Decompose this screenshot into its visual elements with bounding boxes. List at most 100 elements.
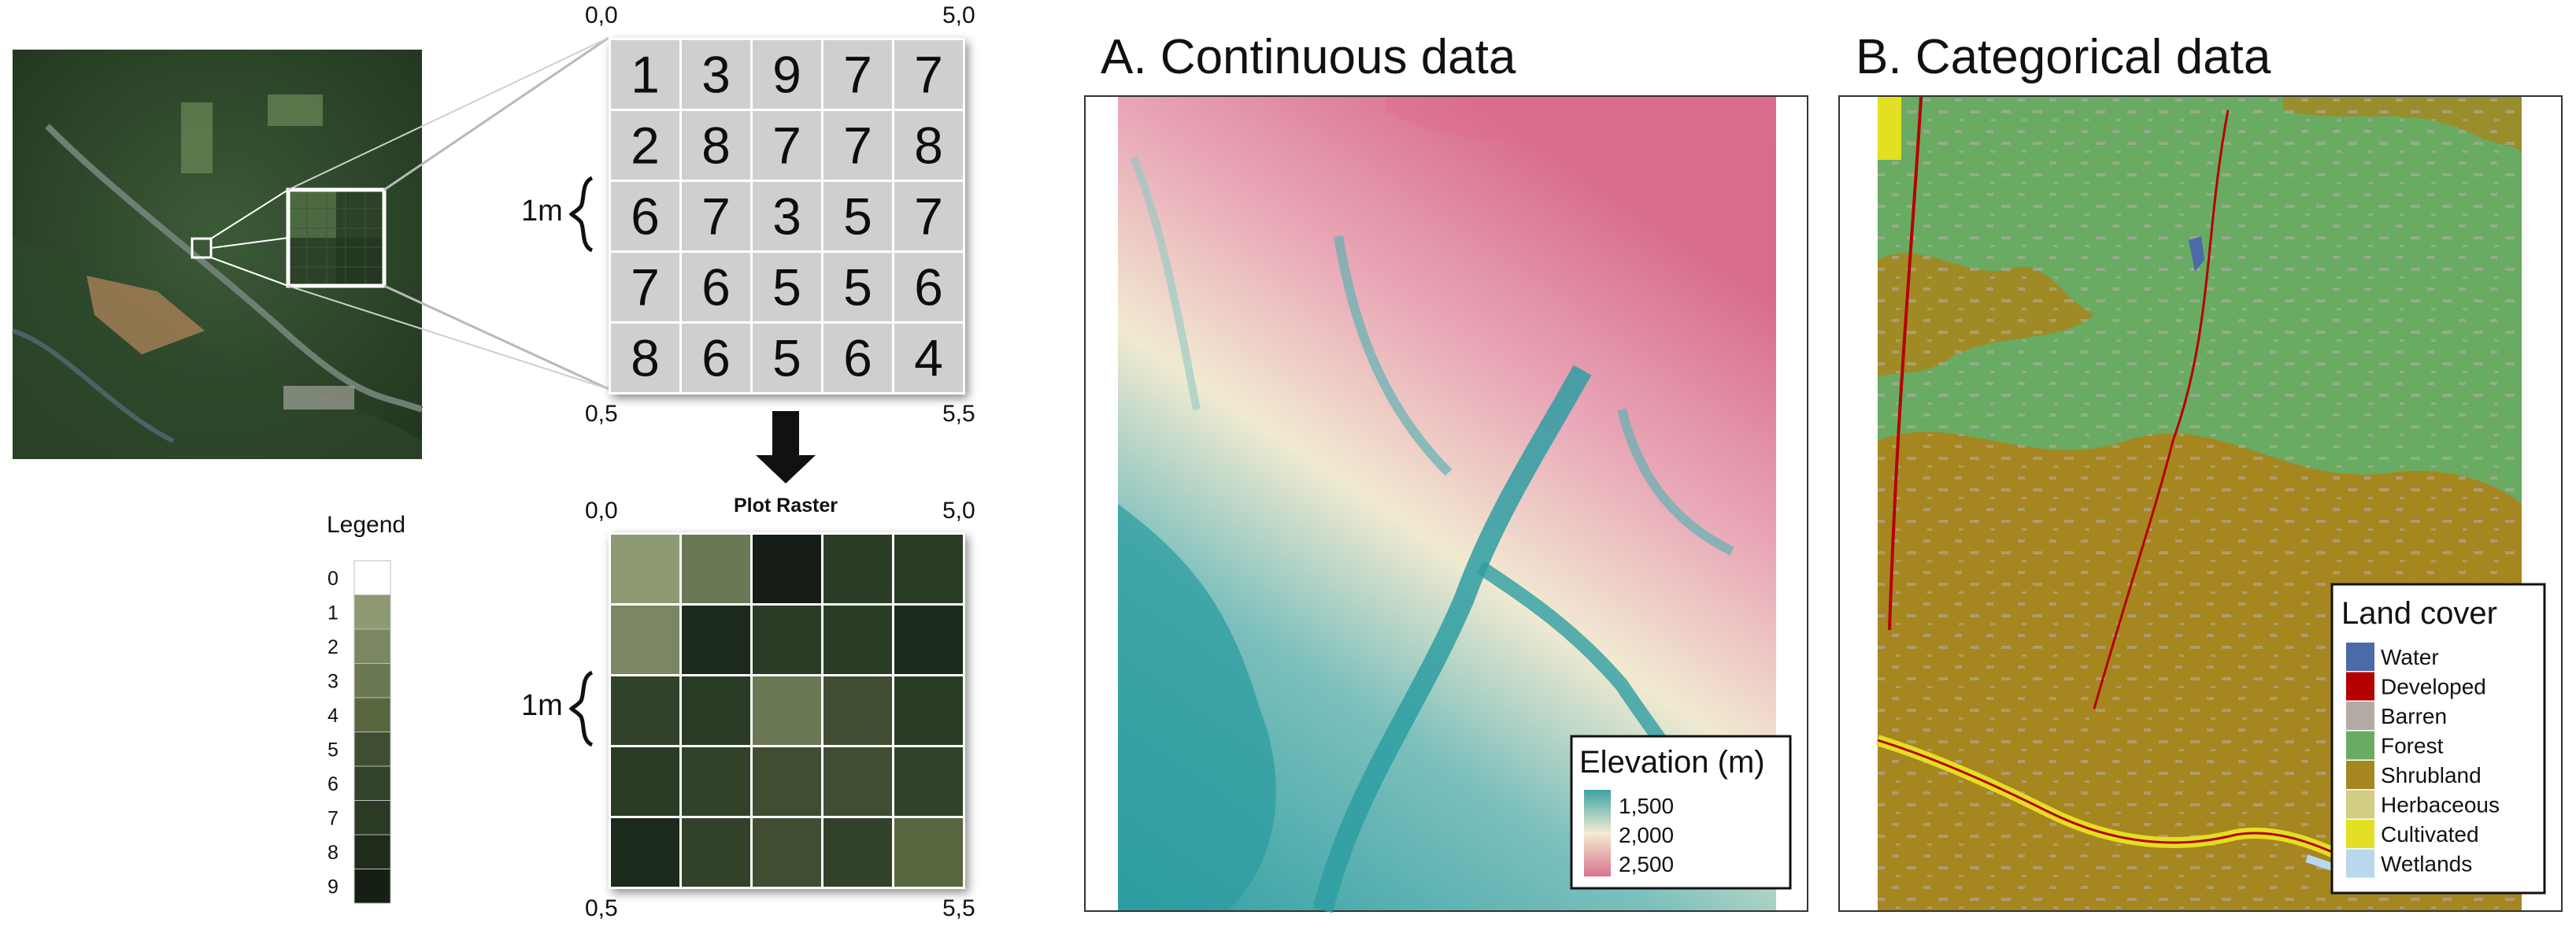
raster-legend-swatch bbox=[353, 732, 391, 767]
plotted-raster-cell bbox=[824, 747, 892, 816]
numeric-grid-value: 7 bbox=[914, 187, 943, 246]
numeric-grid-value: 6 bbox=[701, 258, 731, 317]
plotted-raster-cell bbox=[753, 606, 821, 674]
plotted-raster-cell bbox=[611, 747, 679, 816]
plotted-raster-cell bbox=[682, 818, 750, 887]
numeric-grid-value: 7 bbox=[843, 46, 872, 104]
numeric-grid-value: 7 bbox=[843, 117, 872, 175]
elevation-legend-label: 2,500 bbox=[1619, 852, 1674, 876]
land-cover-legend-label: Herbaceous bbox=[2381, 793, 2500, 817]
plotted-raster-grid: 0,0 5,0 0,5 5,5 1m bbox=[521, 498, 975, 921]
grid-top-corner-top-left: 0,0 bbox=[585, 2, 618, 28]
numeric-grid-value: 3 bbox=[772, 187, 801, 246]
elevation-legend: Elevation (m) 1,500 2,000 2,500 bbox=[1570, 735, 1792, 890]
elevation-legend-title: Elevation (m) bbox=[1579, 745, 1765, 780]
land-cover-legend: Land cover Water Developed Barren Forest Shr… bbox=[2330, 583, 2546, 895]
grid-top-corner-top-right: 5,0 bbox=[942, 2, 975, 28]
scale-label-top: 1m bbox=[521, 195, 563, 228]
plotted-raster-cell bbox=[682, 535, 750, 603]
plotted-raster-cell bbox=[611, 535, 679, 603]
plotted-raster-cells bbox=[609, 532, 965, 889]
land-cover-legend-label: Cultivated bbox=[2381, 822, 2479, 847]
land-cover-legend-swatch bbox=[2346, 849, 2374, 878]
land-cover-legend-label: Developed bbox=[2381, 675, 2486, 699]
plotted-raster-cell bbox=[753, 535, 821, 603]
plotted-raster-cell bbox=[682, 606, 750, 674]
numeric-grid-value: 6 bbox=[631, 187, 660, 246]
grid-bottom-corner-bottom-left: 0,5 bbox=[585, 895, 618, 921]
numeric-grid-value: 4 bbox=[914, 329, 943, 387]
numeric-grid-cells: 1 3 9 7 72 8 7 7 86 7 3 5 77 6 5 5 68 6 5 6 4 bbox=[609, 38, 965, 395]
raster-legend-swatch bbox=[353, 800, 391, 836]
raster-legend-value: 1 bbox=[328, 602, 339, 624]
numeric-grid-value: 3 bbox=[701, 46, 731, 104]
plotted-raster-cell bbox=[824, 606, 892, 674]
numeric-grid-value: 2 bbox=[631, 117, 660, 175]
raster-legend-items: 0 1 2 3 4 5 6 7 8 9 bbox=[328, 560, 391, 904]
aerial-photo bbox=[12, 36, 609, 459]
land-cover-legend-swatch bbox=[2346, 702, 2374, 730]
plot-raster-label: Plot Raster bbox=[734, 495, 838, 517]
land-cover-legend-swatch bbox=[2346, 761, 2374, 789]
numeric-grid-value: 8 bbox=[701, 117, 731, 175]
plotted-raster-cell bbox=[753, 747, 821, 816]
numeric-grid-value: 7 bbox=[772, 117, 801, 175]
grid-bottom-corner-top-left: 0,0 bbox=[585, 498, 618, 524]
raster-legend-swatch bbox=[353, 560, 391, 595]
down-arrow-icon bbox=[756, 411, 816, 484]
raster-legend-value: 5 bbox=[328, 739, 339, 761]
plotted-raster-cell bbox=[894, 676, 963, 745]
brace-icon-top bbox=[568, 176, 594, 253]
land-cover-legend-swatch bbox=[2346, 672, 2374, 701]
land-cover-legend-label: Barren bbox=[2381, 704, 2447, 728]
raster-legend-value: 7 bbox=[328, 807, 339, 829]
plotted-raster-cell bbox=[611, 676, 679, 745]
elevation-legend-label: 2,000 bbox=[1619, 823, 1674, 847]
raster-legend-swatch bbox=[353, 697, 391, 732]
raster-legend-swatch bbox=[353, 595, 391, 630]
grid-top-corner-bottom-right: 5,5 bbox=[942, 401, 975, 427]
raster-legend-value: 0 bbox=[328, 568, 339, 590]
plotted-raster-cell bbox=[682, 676, 750, 745]
plotted-raster-cell bbox=[894, 747, 963, 816]
land-cover-legend-swatch bbox=[2346, 820, 2374, 848]
plotted-raster-cell bbox=[894, 818, 963, 887]
grid-bottom-corner-top-right: 5,0 bbox=[942, 498, 975, 524]
raster-legend-swatch bbox=[353, 663, 391, 698]
raster-legend-value: 4 bbox=[328, 705, 339, 727]
numeric-grid: 0,0 5,0 0,5 5,5 1 3 9 7 72 8 7 7 86 7 3 5 77 6 5 5 68 6 5 6… bbox=[521, 2, 975, 427]
raster-legend-title: Legend bbox=[327, 512, 405, 538]
raster-legend-value: 9 bbox=[328, 876, 339, 898]
aerial-zoom-inset bbox=[286, 187, 387, 288]
land-cover-legend-label: Water bbox=[2381, 645, 2439, 669]
numeric-grid-value: 9 bbox=[772, 46, 801, 104]
raster-legend-swatch bbox=[353, 869, 391, 904]
scale-label-bottom: 1m bbox=[521, 689, 563, 722]
numeric-grid-value: 6 bbox=[701, 329, 731, 387]
panel-a-title: A. Continuous data bbox=[1101, 30, 1516, 84]
raster-legend-value: 3 bbox=[328, 670, 339, 692]
numeric-grid-value: 8 bbox=[914, 117, 943, 175]
land-cover-legend-label: Forest bbox=[2381, 734, 2444, 758]
numeric-grid-value: 1 bbox=[631, 46, 660, 104]
brace-icon-bottom bbox=[568, 670, 594, 747]
elevation-colorbar bbox=[1584, 790, 1611, 876]
numeric-grid-value: 7 bbox=[631, 258, 660, 317]
raster-legend-value: 8 bbox=[328, 842, 339, 864]
panel-a: A. Continuous data Elevation (m) 1,500 2,… bbox=[1084, 30, 1808, 913]
plotted-raster-cell bbox=[824, 676, 892, 745]
numeric-grid-value: 6 bbox=[843, 329, 872, 387]
raster-legend: Legend 0 1 2 3 4 5 6 7 8 9 bbox=[327, 512, 405, 904]
elevation-legend-label: 1,500 bbox=[1619, 794, 1674, 818]
numeric-grid-value: 8 bbox=[631, 329, 660, 387]
land-cover-legend-label: Wetlands bbox=[2381, 852, 2472, 876]
raster-legend-value: 6 bbox=[328, 773, 339, 795]
plotted-raster-cell bbox=[682, 747, 750, 816]
numeric-grid-value: 6 bbox=[914, 258, 943, 317]
grid-bottom-corner-bottom-right: 5,5 bbox=[942, 895, 975, 921]
numeric-grid-value: 5 bbox=[772, 258, 801, 317]
land-cover-legend-swatch bbox=[2346, 643, 2374, 671]
plotted-raster-cell bbox=[824, 818, 892, 887]
figure-canvas: 0,0 5,0 0,5 5,5 1 3 9 7 72 8 7 7 86 7 3 5 77 6 5 5 68 6 5 6… bbox=[12, 2, 2563, 921]
panel-b-title: B. Categorical data bbox=[1856, 30, 2271, 84]
